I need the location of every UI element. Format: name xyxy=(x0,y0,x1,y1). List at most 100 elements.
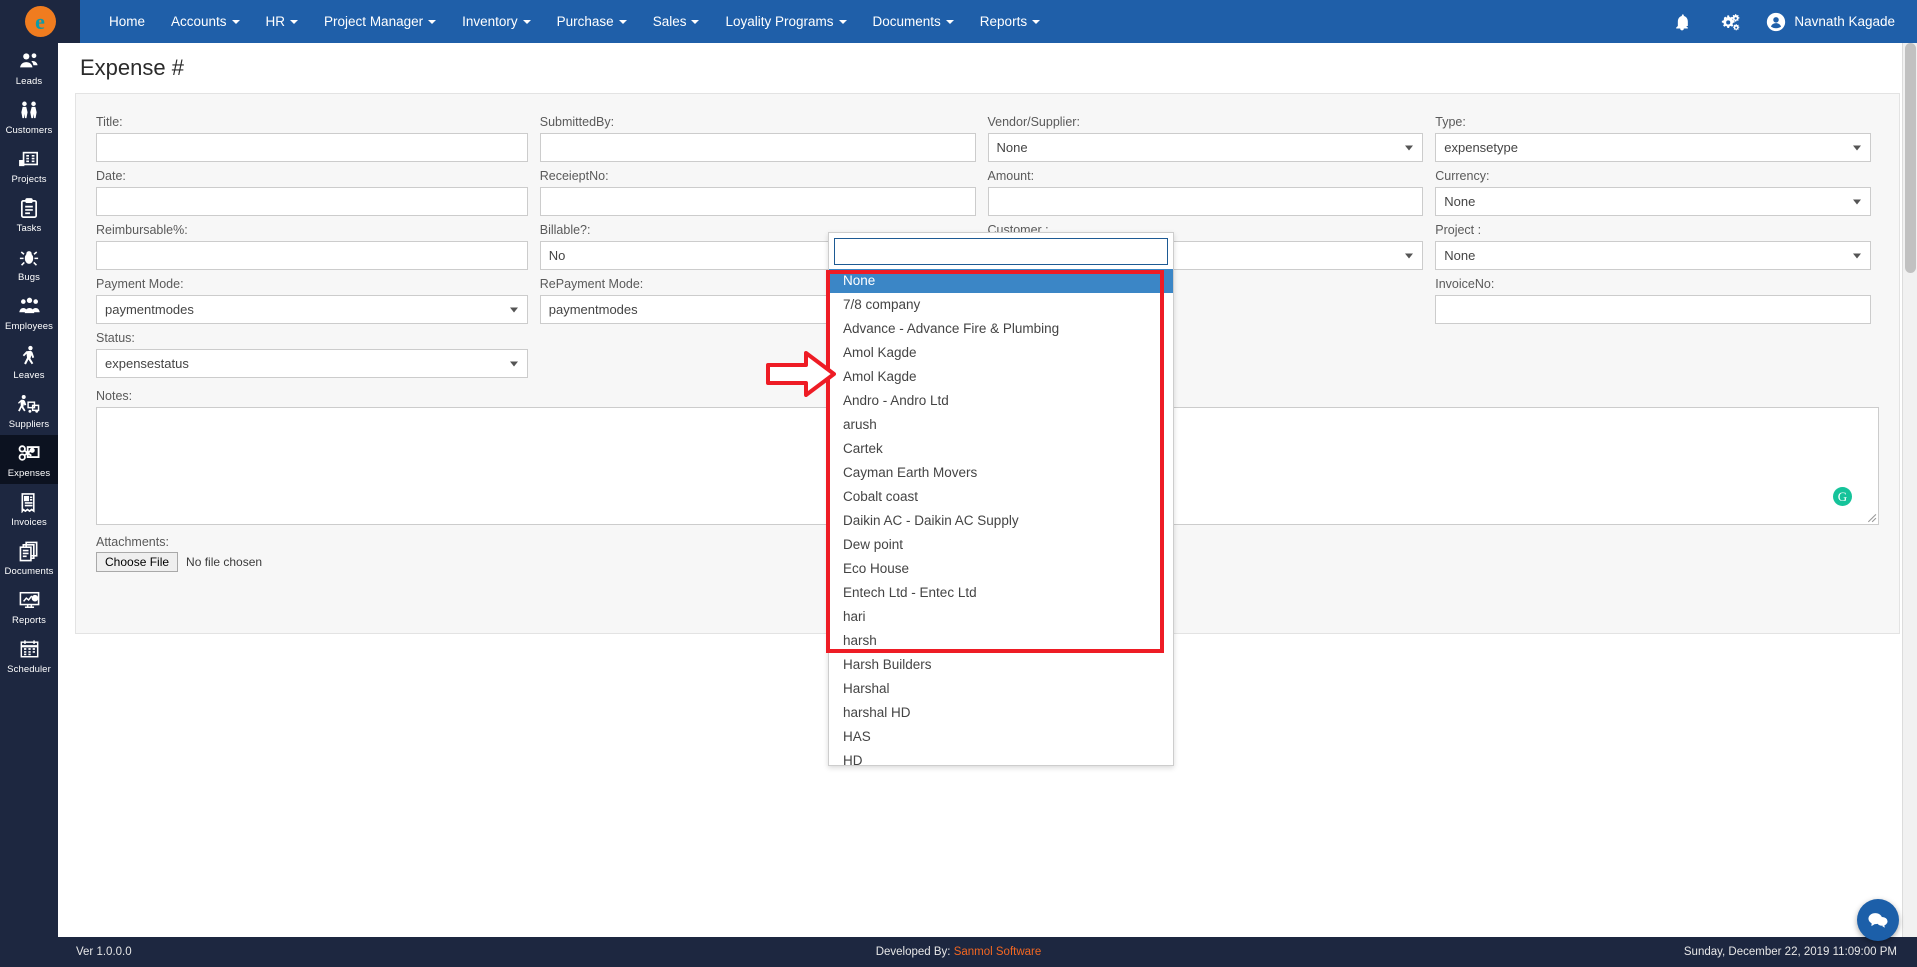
project-select[interactable]: None xyxy=(1435,241,1871,270)
field-submitted-by: SubmittedBy: xyxy=(539,108,988,162)
caret-down-icon xyxy=(428,19,437,24)
reports-icon xyxy=(0,590,58,613)
customer-option[interactable]: Amol Kagde xyxy=(829,365,1173,389)
nav-item-home[interactable]: Home xyxy=(96,0,158,43)
sidebar-item-label: Scheduler xyxy=(7,664,51,675)
nav-item-inventory[interactable]: Inventory xyxy=(449,0,544,43)
suppliers-icon xyxy=(0,394,58,417)
sidebar-item-bugs[interactable]: Bugs xyxy=(0,239,58,288)
gears-icon[interactable] xyxy=(1718,12,1740,32)
nav-item-reports[interactable]: Reports xyxy=(967,0,1053,43)
scheduler-icon xyxy=(0,639,58,662)
receiptno-input[interactable] xyxy=(539,187,976,216)
sidebar-item-customers[interactable]: Customers xyxy=(0,92,58,141)
nav-item-label: Loyality Programs xyxy=(725,14,834,29)
customer-option[interactable]: Cobalt coast xyxy=(829,485,1173,509)
invoices-icon xyxy=(0,492,58,515)
bugs-icon xyxy=(0,247,58,270)
textarea-resize-handle[interactable] xyxy=(1864,510,1877,523)
currency-select[interactable]: None xyxy=(1435,187,1871,216)
customer-option[interactable]: Cartek xyxy=(829,437,1173,461)
customer-option[interactable]: Andro - Andro Ltd xyxy=(829,389,1173,413)
customer-option[interactable]: harshal HD xyxy=(829,701,1173,725)
sidebar-item-reports[interactable]: Reports xyxy=(0,582,58,631)
app-logo[interactable]: e xyxy=(0,0,80,43)
date-input[interactable] xyxy=(96,187,528,216)
reimbursable-input[interactable] xyxy=(96,241,528,270)
tasks-icon xyxy=(0,198,58,221)
amount-input[interactable] xyxy=(987,187,1424,216)
customer-option[interactable]: Harshal xyxy=(829,677,1173,701)
field-date: Date: xyxy=(92,162,540,216)
footer-developed-prefix: Developed By: xyxy=(875,946,954,958)
nav-item-documents[interactable]: Documents xyxy=(860,0,967,43)
invoiceno-input[interactable] xyxy=(1435,295,1871,324)
sidebar-item-employees[interactable]: Employees xyxy=(0,288,58,337)
caret-down-icon xyxy=(522,19,531,24)
form-row-1: Title: SubmittedBy: Vendor/Supplier: Non… xyxy=(92,108,1883,162)
nav-item-label: Inventory xyxy=(462,14,518,29)
sidebar-item-label: Customers xyxy=(5,125,53,136)
customer-option[interactable]: Cayman Earth Movers xyxy=(829,461,1173,485)
footer-developer-link[interactable]: Sanmol Software xyxy=(954,946,1042,958)
customer-search-input[interactable] xyxy=(834,238,1168,265)
customer-option[interactable]: Advance - Advance Fire & Plumbing xyxy=(829,317,1173,341)
customer-option[interactable]: Amol Kagde xyxy=(829,341,1173,365)
leads-icon xyxy=(0,51,58,74)
sidebar-item-leads[interactable]: Leads xyxy=(0,43,58,92)
customer-option[interactable]: Dew point xyxy=(829,533,1173,557)
page-scrollbar-thumb[interactable] xyxy=(1905,43,1916,273)
caret-down-icon xyxy=(618,19,627,24)
sidebar-item-projects[interactable]: Projects xyxy=(0,141,58,190)
sidebar-item-expenses[interactable]: Expenses xyxy=(0,435,58,484)
choose-file-button[interactable]: Choose File xyxy=(96,552,179,572)
field-payment-mode: Payment Mode: paymentmodes xyxy=(92,270,540,324)
nav-item-hr[interactable]: HR xyxy=(253,0,312,43)
sidebar-item-leaves[interactable]: Leaves xyxy=(0,337,58,386)
sidebar-item-suppliers[interactable]: Suppliers xyxy=(0,386,58,435)
bell-icon[interactable] xyxy=(1672,12,1692,32)
field-status: Status: expensestatus xyxy=(92,324,540,378)
chevron-down-icon xyxy=(509,307,518,312)
nav-item-sales[interactable]: Sales xyxy=(640,0,713,43)
customer-option[interactable]: Eco House xyxy=(829,557,1173,581)
customer-option[interactable]: HD xyxy=(829,749,1173,765)
nav-item-loyality-programs[interactable]: Loyality Programs xyxy=(712,0,859,43)
billable-value: No xyxy=(548,248,566,263)
customer-option[interactable]: harsh xyxy=(829,629,1173,653)
nav-item-project-manager[interactable]: Project Manager xyxy=(311,0,449,43)
vendor-select[interactable]: None xyxy=(987,133,1424,162)
customer-option[interactable]: Harsh Builders xyxy=(829,653,1173,677)
vendor-value: None xyxy=(996,140,1028,155)
chat-bubble-icon[interactable] xyxy=(1857,899,1899,941)
customer-option[interactable]: 7/8 company xyxy=(829,293,1173,317)
page-scrollbar[interactable] xyxy=(1902,43,1917,937)
customer-option[interactable]: Entech Ltd - Entec Ltd xyxy=(829,581,1173,605)
grammarly-icon[interactable]: G xyxy=(1833,487,1852,506)
expenses-icon xyxy=(0,443,58,466)
status-label: Status: xyxy=(96,331,135,345)
user-menu[interactable]: Navnath Kagade xyxy=(1766,12,1895,32)
sidebar-item-scheduler[interactable]: Scheduler xyxy=(0,631,58,680)
sidebar-item-documents[interactable]: Documents xyxy=(0,533,58,582)
caret-down-icon xyxy=(1032,19,1041,24)
submittedby-input[interactable] xyxy=(539,133,976,162)
field-type: Type: expensetype xyxy=(1435,108,1883,162)
logo-letter-icon: e xyxy=(24,6,56,37)
type-select[interactable]: expensetype xyxy=(1435,133,1871,162)
customer-option[interactable]: Daikin AC - Daikin AC Supply xyxy=(829,509,1173,533)
status-select[interactable]: expensestatus xyxy=(96,349,528,378)
nav-item-purchase[interactable]: Purchase xyxy=(544,0,640,43)
customer-option[interactable]: hari xyxy=(829,605,1173,629)
customer-option[interactable]: arush xyxy=(829,413,1173,437)
nav-item-accounts[interactable]: Accounts xyxy=(158,0,253,43)
customer-option[interactable]: HAS xyxy=(829,725,1173,749)
vendor-label: Vendor/Supplier: xyxy=(987,115,1080,129)
footer-datetime: Sunday, December 22, 2019 11:09:00 PM xyxy=(1683,946,1897,958)
paymentmode-select[interactable]: paymentmodes xyxy=(96,295,528,324)
title-input[interactable] xyxy=(96,133,528,162)
customer-option-list[interactable]: None 7/8 company Advance - Advance Fire & … xyxy=(829,269,1173,765)
sidebar-item-invoices[interactable]: Invoices xyxy=(0,484,58,533)
customer-option[interactable]: None xyxy=(829,269,1173,293)
sidebar-item-tasks[interactable]: Tasks xyxy=(0,190,58,239)
